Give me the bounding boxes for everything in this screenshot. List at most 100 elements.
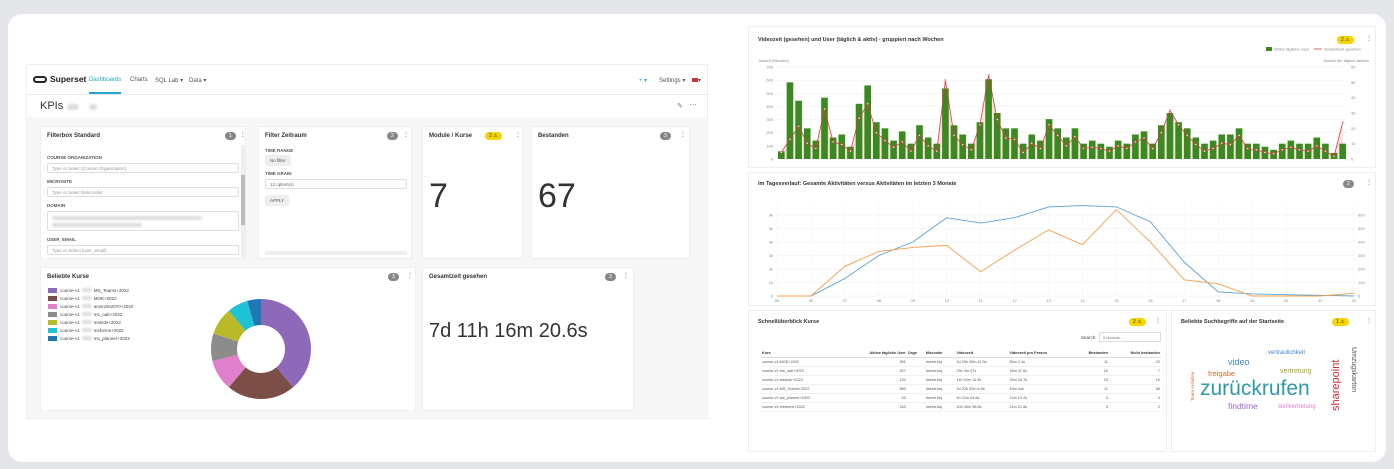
legend-label: msteds+2022 — [93, 320, 121, 325]
filterbox-scroll-thumb[interactable] — [241, 175, 245, 225]
plus-menu[interactable]: + ▾ — [639, 77, 647, 84]
column-header[interactable]: Aktive tägliche User — [843, 349, 907, 358]
series-line-3-months — [777, 208, 1355, 297]
y-tick-label: 0 — [771, 294, 774, 299]
more-icon[interactable]: ⋯ — [689, 100, 697, 109]
schnell-menu-icon[interactable]: ⋮ — [1155, 317, 1161, 324]
zeitraum-badge[interactable]: 2 — [387, 132, 398, 140]
beliebte-badge[interactable]: 3 — [388, 273, 399, 281]
filter-badge[interactable]: 1 — [225, 132, 236, 140]
gesamtzeit-menu-icon[interactable]: ⋮ — [623, 272, 629, 279]
column-header[interactable]: Nicht bestanden — [1108, 349, 1161, 358]
bar — [1106, 146, 1113, 159]
legend-item[interactable]: course-v1 MOE+2022 — [48, 296, 117, 301]
word-stellvertretung: stellvertretung — [1278, 404, 1316, 410]
x-tick-label: 21 — [1318, 298, 1323, 303]
line-point — [996, 118, 999, 121]
line-point — [1091, 146, 1094, 149]
column-header[interactable]: Kurs — [761, 349, 844, 358]
filterbox-scrollbar[interactable] — [241, 145, 245, 257]
y2-tick-label: 100 — [1358, 280, 1365, 285]
nav-sql-lab[interactable]: SQL Lab ▾ — [155, 77, 183, 84]
x-tick-label: 10 — [944, 298, 949, 303]
apply-button[interactable]: APPLY — [265, 195, 290, 206]
wordcloud-warning-badge[interactable]: 1 ⚠ — [1332, 318, 1349, 326]
zeitraum-menu-icon[interactable]: ⋮ — [403, 131, 409, 138]
line-point — [892, 146, 895, 149]
word-vertretung: vertretung — [1280, 368, 1312, 375]
column-header[interactable]: Microsite — [924, 349, 956, 358]
language-menu[interactable]: ▾ — [692, 77, 701, 84]
edit-icon[interactable]: ✎ — [677, 102, 683, 110]
bestanden-badge[interactable]: 3 — [660, 132, 671, 140]
table-cell: 7 — [1108, 366, 1161, 376]
x-tick-label: 11 — [979, 298, 984, 303]
search-label: Search: — [1081, 335, 1097, 340]
line-point — [970, 148, 973, 151]
line-point — [1229, 143, 1232, 146]
table-cell: 23 — [1073, 375, 1109, 385]
beliebte-menu-icon[interactable]: ⋮ — [407, 272, 413, 279]
legend-prefix: course-v1 — [60, 328, 80, 333]
bar — [1339, 143, 1346, 159]
course-org-select[interactable]: Type or Select [Course Organization] — [47, 163, 239, 173]
table-cell: 10 — [1108, 375, 1161, 385]
legend-item[interactable]: course-v1 ansmzte2070+2022 — [48, 304, 133, 309]
column-header[interactable]: Orga — [906, 349, 925, 358]
x-tick-label: 16 — [1148, 298, 1153, 303]
bar — [968, 143, 975, 159]
time-range-value[interactable]: No filter — [265, 155, 291, 166]
legend-item[interactable]: course-v1 ms_planner+2022 — [48, 336, 130, 341]
line-point — [1056, 134, 1059, 137]
bar — [1123, 143, 1131, 159]
table-cell — [906, 357, 925, 367]
line-point — [1039, 147, 1042, 150]
legend-item[interactable]: course-v1 ms_oab+2022 — [48, 312, 122, 317]
schnell-table-screenshot: Schnellüberblick Kurse 2 ⚠ ⋮ Search: Kur… — [748, 310, 1167, 452]
table-cell: hsentr.biq — [924, 393, 956, 403]
domain-select[interactable] — [47, 211, 239, 231]
nav-data[interactable]: Data ▾ — [189, 77, 206, 84]
column-header[interactable]: Bestanden — [1073, 349, 1109, 358]
zeitraum-hscroll[interactable] — [265, 251, 407, 255]
wordcloud-menu-icon[interactable]: ⋮ — [1366, 317, 1372, 324]
dashboard-title: KPIs — [40, 100, 64, 112]
column-header[interactable]: Videozeit — [955, 349, 1009, 358]
nav-charts[interactable]: Charts — [130, 77, 148, 83]
line-point — [1117, 144, 1120, 147]
legend-label: msforms+2022 — [93, 328, 124, 333]
bestanden-menu-icon[interactable]: ⋮ — [680, 131, 686, 138]
legend-item[interactable]: course-v1 msforms+2022 — [48, 328, 124, 333]
table-body: course-v1:MOE+2022 391 hsentr.biq 1d 20h 50… — [761, 357, 1161, 412]
legend-item[interactable]: course-v1 MS_Teams+2022 — [48, 288, 129, 293]
bar — [924, 137, 932, 159]
legend-prefix: course-v1 — [60, 320, 80, 325]
line-point — [1341, 121, 1344, 124]
line-point — [1281, 148, 1284, 151]
schnell-title: Schnellüberblick Kurse — [758, 319, 820, 325]
legend-item[interactable]: course-v1 msteds+2022 — [48, 320, 121, 325]
bar — [1097, 143, 1105, 159]
column-header[interactable]: Videozeit pro Person — [1008, 349, 1074, 358]
nav-dashboards[interactable]: Dashboards — [89, 77, 122, 94]
module-menu-icon[interactable]: ⋮ — [515, 131, 521, 138]
user-email-select[interactable]: Type or Select [user_email] — [47, 245, 239, 255]
settings-menu[interactable]: Settings ▾ — [659, 77, 685, 84]
word-zurueckrufen: zurückrufen — [1200, 377, 1310, 400]
superset-logo[interactable]: Superset — [33, 74, 86, 84]
bar — [1063, 137, 1070, 159]
microsite-select[interactable]: Type or Select [Microsite] — [47, 187, 239, 197]
search-input[interactable] — [1099, 332, 1161, 342]
gesamtzeit-badge[interactable]: 3 — [605, 273, 616, 281]
table-cell — [906, 384, 925, 394]
blurred-course-name — [81, 312, 92, 316]
schnell-warning-badge[interactable]: 2 ⚠ — [1129, 318, 1146, 326]
module-warning-badge[interactable]: 2 ⚠ — [485, 132, 502, 140]
x-tick-label: 15 — [1114, 298, 1119, 303]
y-tick-label: 4k — [769, 240, 773, 245]
module-panel: Module / Kurse 2 ⚠ ⋮ 7 — [422, 126, 523, 259]
videozeit-chart-screenshot: Videozeit (gesehen) und User (täglich & … — [748, 26, 1376, 168]
filterbox-menu-icon[interactable]: ⋮ — [240, 131, 246, 138]
line-point — [1194, 143, 1197, 146]
time-grain-select[interactable]: 12 option(s) — [265, 179, 407, 189]
